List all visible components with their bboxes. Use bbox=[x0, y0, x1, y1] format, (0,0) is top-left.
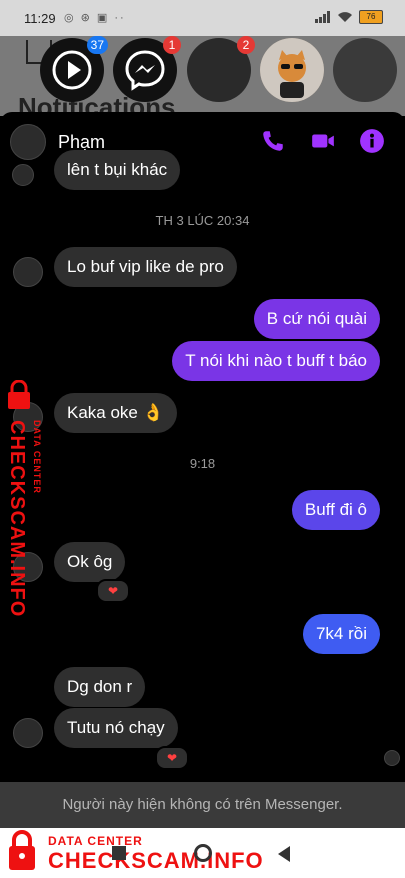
chat-head-badge: 37 bbox=[86, 36, 108, 54]
chat-head-video[interactable]: 37 bbox=[40, 36, 108, 102]
heart-reaction[interactable]: ❤ bbox=[96, 579, 130, 603]
back-arrow-icon[interactable] bbox=[278, 846, 290, 862]
lock-icon bbox=[8, 380, 30, 409]
contact-avatar-small bbox=[13, 718, 43, 748]
status-bar: 11:29 ◎ ⊛ ▣ ·· 76 bbox=[0, 0, 405, 36]
timestamp: TH 3 LÚC 20:34 bbox=[155, 213, 250, 228]
message-incoming[interactable]: Kaka oke 👌 bbox=[54, 393, 177, 433]
watermark-small-text: DATA CENTER bbox=[48, 834, 143, 848]
message-outgoing[interactable]: T nói khi nào t buff t báo bbox=[172, 341, 380, 381]
offline-notice: Người này hiện không có trên Messenger. bbox=[0, 782, 405, 828]
chat-head-dark-avatar[interactable] bbox=[333, 38, 397, 102]
home-button-icon[interactable] bbox=[194, 844, 212, 862]
lock-icon bbox=[9, 830, 35, 870]
message-outgoing[interactable]: 7k4 rồi bbox=[302, 614, 380, 654]
seen-avatar bbox=[384, 750, 400, 766]
chat-head-contact[interactable]: 2 bbox=[187, 36, 255, 102]
timestamp: 9:18 bbox=[189, 456, 216, 471]
heart-reaction[interactable]: ❤ bbox=[155, 746, 189, 770]
watermark-small-text: DATA CENTER bbox=[32, 420, 42, 494]
phone-call-icon[interactable] bbox=[260, 128, 286, 154]
navigation-bar: DATA CENTER CHECKSCAM.INFO bbox=[0, 828, 405, 878]
recent-apps-icon[interactable] bbox=[112, 846, 126, 860]
chat-head-messenger[interactable]: 1 bbox=[113, 36, 181, 102]
video-call-icon[interactable] bbox=[310, 128, 336, 154]
cat-avatar-icon bbox=[260, 38, 324, 102]
watermark-vertical: DATA CENTER CHECKSCAM.INFO bbox=[2, 380, 42, 617]
status-notification-icons: ◎ ⊛ ▣ ·· bbox=[64, 12, 126, 24]
watermark-big-text: CHECKSCAM.INFO bbox=[6, 420, 28, 618]
watermark-big-text: CHECKSCAM.INFO bbox=[48, 848, 264, 873]
info-icon[interactable] bbox=[359, 128, 385, 154]
message-incoming[interactable]: Lo buf vip like de pro bbox=[54, 247, 237, 287]
message-outgoing[interactable]: Buff đi ô bbox=[291, 490, 380, 530]
status-right: 76 bbox=[315, 10, 383, 24]
contact-avatar-small bbox=[12, 164, 34, 186]
contact-avatar[interactable] bbox=[10, 124, 46, 160]
chat-panel: Phạm lên t bụi khác TH 3 LÚC 20:34 Lo bu… bbox=[0, 112, 405, 828]
status-time: 11:29 bbox=[24, 11, 56, 26]
message-incoming[interactable]: Ok ôg bbox=[54, 542, 126, 582]
contact-avatar-small bbox=[13, 257, 43, 287]
message-incoming[interactable]: Dg don r bbox=[54, 667, 146, 707]
wifi-icon bbox=[338, 12, 352, 22]
signal-icon bbox=[315, 11, 330, 23]
battery-icon: 76 bbox=[359, 10, 383, 24]
message-outgoing[interactable]: B cứ nói quài bbox=[253, 299, 380, 339]
message-incoming[interactable]: Tutu nó chạy bbox=[54, 708, 178, 748]
chat-head-cat-avatar[interactable] bbox=[260, 38, 324, 102]
chat-head-badge: 1 bbox=[163, 36, 181, 54]
chat-head-badge: 2 bbox=[237, 36, 255, 54]
message-incoming[interactable]: lên t bụi khác bbox=[54, 150, 181, 190]
